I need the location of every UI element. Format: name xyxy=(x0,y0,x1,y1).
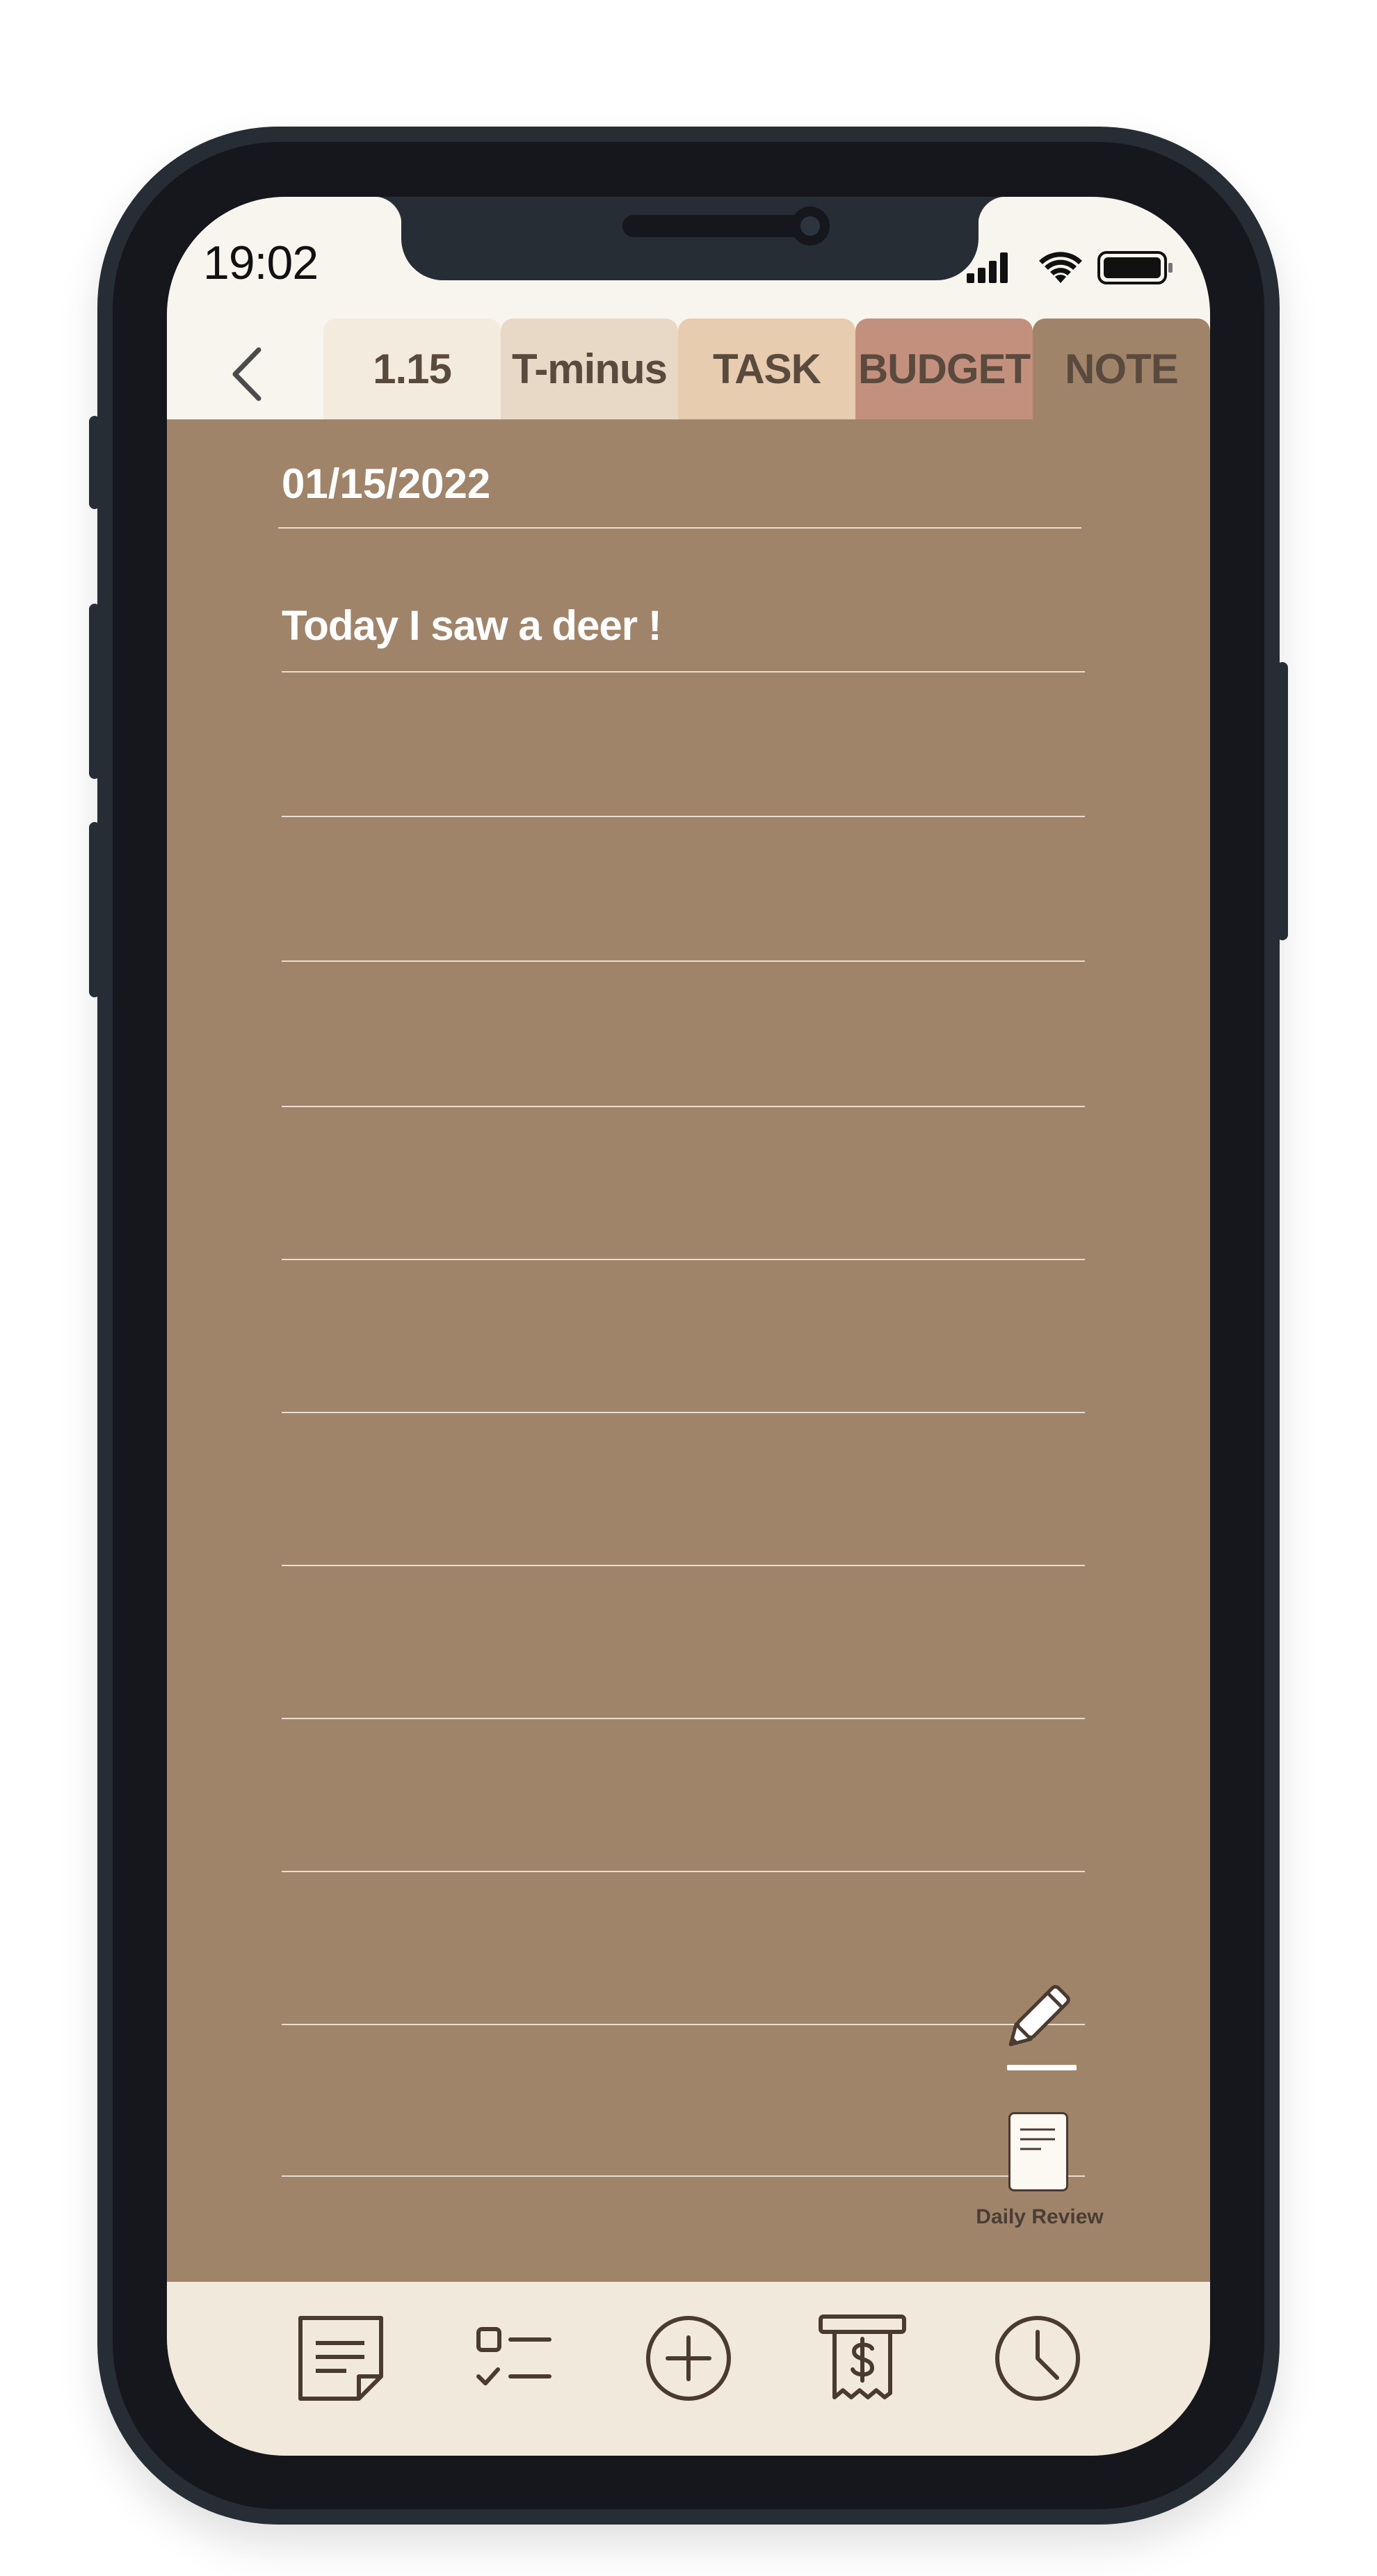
add-icon[interactable] xyxy=(640,2310,737,2407)
status-icons xyxy=(967,251,1173,284)
checklist-icon[interactable] xyxy=(465,2310,562,2407)
receipt-icon[interactable] xyxy=(814,2310,911,2407)
app-screen: 19:02 1.15 T-minus TASK BUDGET NOTE 01/1… xyxy=(167,197,1210,2456)
note-date[interactable]: 01/15/2022 xyxy=(282,460,490,508)
note-line xyxy=(282,960,1085,962)
top-bar: 19:02 1.15 T-minus TASK BUDGET NOTE xyxy=(167,197,1210,419)
tab-task-label: TASK xyxy=(713,346,821,392)
pencil-icon[interactable] xyxy=(994,1977,1078,2061)
power-button xyxy=(1277,662,1288,940)
tab-date[interactable]: 1.15 xyxy=(323,319,501,419)
note-line xyxy=(282,816,1085,817)
note-line xyxy=(282,1412,1085,1413)
date-underline xyxy=(278,527,1081,529)
note-text[interactable]: Today I saw a deer ! xyxy=(282,602,662,650)
back-chevron-icon[interactable] xyxy=(209,336,285,412)
tab-task[interactable]: TASK xyxy=(678,319,855,419)
clock-icon[interactable] xyxy=(989,2310,1086,2407)
note-line xyxy=(282,2175,1085,2177)
note-line xyxy=(282,2024,1085,2025)
document-icon xyxy=(1020,2128,1055,2150)
tab-note[interactable]: NOTE xyxy=(1033,319,1210,419)
pencil-underline xyxy=(1007,2065,1077,2070)
daily-review-label[interactable]: Daily Review xyxy=(970,2205,1109,2229)
note-line xyxy=(282,1871,1085,1872)
tab-t-minus[interactable]: T-minus xyxy=(501,319,678,419)
tab-note-label: NOTE xyxy=(1065,346,1179,392)
tab-date-label: 1.15 xyxy=(373,346,452,392)
daily-review-icon[interactable] xyxy=(1008,2112,1068,2191)
speaker xyxy=(622,215,803,237)
front-camera xyxy=(791,207,830,245)
tab-budget-label: BUDGET xyxy=(857,346,1031,392)
note-line xyxy=(282,1259,1085,1260)
cellular-signal-icon xyxy=(967,252,1008,283)
volume-down-button xyxy=(89,822,100,997)
bottom-nav xyxy=(167,2282,1210,2456)
status-time: 19:02 xyxy=(203,236,319,289)
note-icon[interactable] xyxy=(292,2310,389,2407)
wifi-icon xyxy=(1039,252,1082,283)
mute-switch xyxy=(89,416,100,509)
notch xyxy=(373,197,1006,280)
note-line xyxy=(282,1565,1085,1566)
note-line xyxy=(282,1106,1085,1107)
tab-t-minus-label: T-minus xyxy=(511,346,668,392)
note-line xyxy=(282,671,1085,673)
volume-up-button xyxy=(89,604,100,779)
note-line xyxy=(282,1718,1085,1719)
tab-budget[interactable]: BUDGET xyxy=(855,319,1033,419)
battery-icon xyxy=(1097,251,1173,284)
